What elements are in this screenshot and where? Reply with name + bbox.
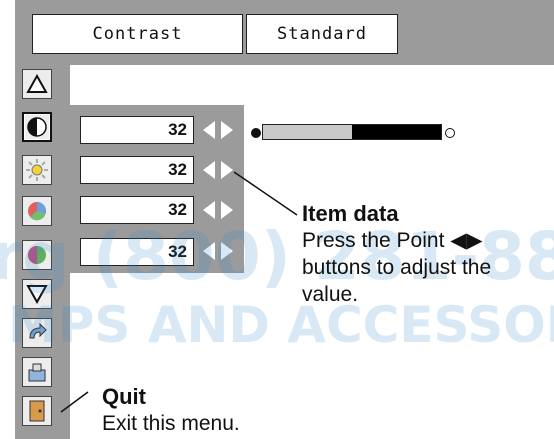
quit-text: Exit this menu.	[102, 412, 240, 435]
item-data-line1: Press the Point ◀▶	[302, 229, 483, 252]
quit-annotation: Quit Exit this menu.	[102, 384, 240, 437]
item-data-line2: buttons to adjust the	[302, 256, 492, 279]
quit-title: Quit	[102, 384, 146, 409]
item-data-line3: value.	[302, 283, 359, 306]
item-data-title: Item data	[302, 201, 399, 226]
item-data-annotation: Item data Press the Point ◀▶ buttons to …	[302, 201, 491, 308]
